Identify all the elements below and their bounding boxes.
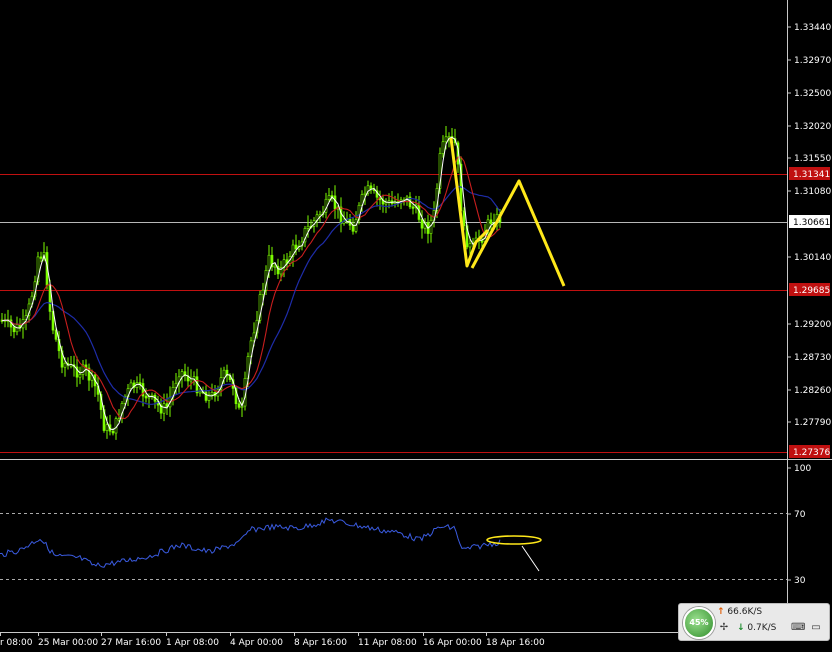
price-tick-label: 1.28730 — [794, 353, 831, 363]
price-tick-label: 1.32500 — [794, 89, 831, 99]
network-speed-widget[interactable]: 45% ↑ 66.6K/S ↓ 0.7K/S ✢ ⌨ ▭ — [678, 603, 830, 641]
candle-body — [138, 382, 142, 385]
candle-body — [273, 265, 277, 268]
candle-body — [204, 391, 208, 401]
upload-speed: ↑ 66.6K/S — [717, 607, 762, 617]
candle-body — [261, 289, 265, 296]
candle-body — [12, 326, 16, 333]
time-tick-label: 25 Mar 00:00 — [38, 638, 98, 648]
time-tick-label: r 08:00 — [0, 638, 33, 648]
monitor-icon[interactable]: ▭ — [809, 622, 823, 634]
price-tick-label: 1.32020 — [794, 122, 831, 132]
candle-body — [444, 136, 448, 143]
candle-body — [237, 403, 241, 408]
price-tick-label: 1.29200 — [794, 320, 831, 330]
time-tick-label: 16 Apr 00:00 — [423, 638, 482, 648]
svg-text:1.29685: 1.29685 — [793, 286, 830, 296]
svg-text:1.30661: 1.30661 — [793, 218, 830, 228]
candle-body — [294, 244, 298, 250]
candle-body — [411, 206, 415, 209]
candle-body — [363, 192, 367, 195]
keyboard-icon[interactable]: ⌨ — [791, 622, 805, 634]
download-speed: ↓ 0.7K/S — [737, 623, 776, 633]
upload-arrow-icon: ↑ — [717, 607, 725, 617]
candle-body — [144, 395, 148, 399]
candle-body — [429, 219, 433, 234]
candle-body — [210, 392, 214, 396]
time-tick-label: 4 Apr 00:00 — [230, 638, 283, 648]
rsi-tick-label: 100 — [794, 464, 811, 474]
candle-body — [384, 202, 388, 205]
price-tick-label: 1.32970 — [794, 56, 831, 66]
candle-body — [129, 382, 133, 390]
rsi-tick-label: 30 — [794, 576, 806, 586]
download-speed-value: 0.7K/S — [747, 623, 777, 633]
candle-body — [78, 374, 82, 378]
trading-chart[interactable]: 1.33440 1.32970 1.32500 1.32020 1.31550 1.310… — [0, 0, 832, 652]
time-tick-label: 11 Apr 08:00 — [358, 638, 417, 648]
candle-body — [306, 225, 310, 229]
price-tick-label: 1.27790 — [794, 418, 831, 428]
candle-body — [441, 141, 445, 154]
candle-body — [420, 219, 424, 229]
candle-body — [468, 243, 472, 248]
time-tick-label: 8 Apr 16:00 — [294, 638, 347, 648]
time-tick-label: 27 Mar 16:00 — [101, 638, 161, 648]
price-tick-label: 1.31080 — [794, 187, 831, 197]
candle-body — [333, 195, 337, 210]
bottom-price-label: 1.27376 — [789, 445, 830, 458]
svg-text:1.27376: 1.27376 — [793, 448, 830, 458]
time-tick-label: 18 Apr 16:00 — [486, 638, 545, 648]
candle-body — [111, 430, 115, 434]
candle-body — [462, 210, 466, 227]
price-tick-label: 1.31550 — [794, 154, 831, 164]
candle-body — [39, 256, 43, 259]
download-arrow-icon: ↓ — [737, 623, 745, 633]
time-tick-label: 1 Apr 08:00 — [166, 638, 219, 648]
candle-body — [63, 362, 67, 368]
candle-body — [189, 378, 193, 382]
candle-body — [480, 240, 484, 243]
current-price-label: 1.30661 — [789, 215, 830, 228]
candle-body — [222, 369, 226, 378]
upload-speed-value: 66.6K/S — [727, 607, 763, 617]
candle-body — [489, 219, 493, 224]
pin-icon[interactable]: ✢ — [717, 622, 731, 634]
network-gauge[interactable]: 45% — [683, 607, 715, 639]
candle-body — [198, 391, 202, 394]
price-tick-label: 1.33440 — [794, 23, 831, 33]
candle-body — [351, 225, 355, 232]
price-tick-label: 1.28260 — [794, 386, 831, 396]
candle-body — [105, 424, 109, 431]
price-tick-label: 1.30140 — [794, 253, 831, 263]
candle-body — [267, 254, 271, 271]
support-price-label: 1.29685 — [789, 283, 830, 296]
svg-text:1.31341: 1.31341 — [793, 170, 830, 180]
candle-body — [369, 185, 373, 190]
resistance-price-label: 1.31341 — [789, 167, 830, 180]
candle-body — [327, 195, 331, 200]
candle-body — [195, 376, 199, 394]
rsi-tick-label: 70 — [794, 510, 806, 520]
candle-body — [162, 403, 166, 414]
